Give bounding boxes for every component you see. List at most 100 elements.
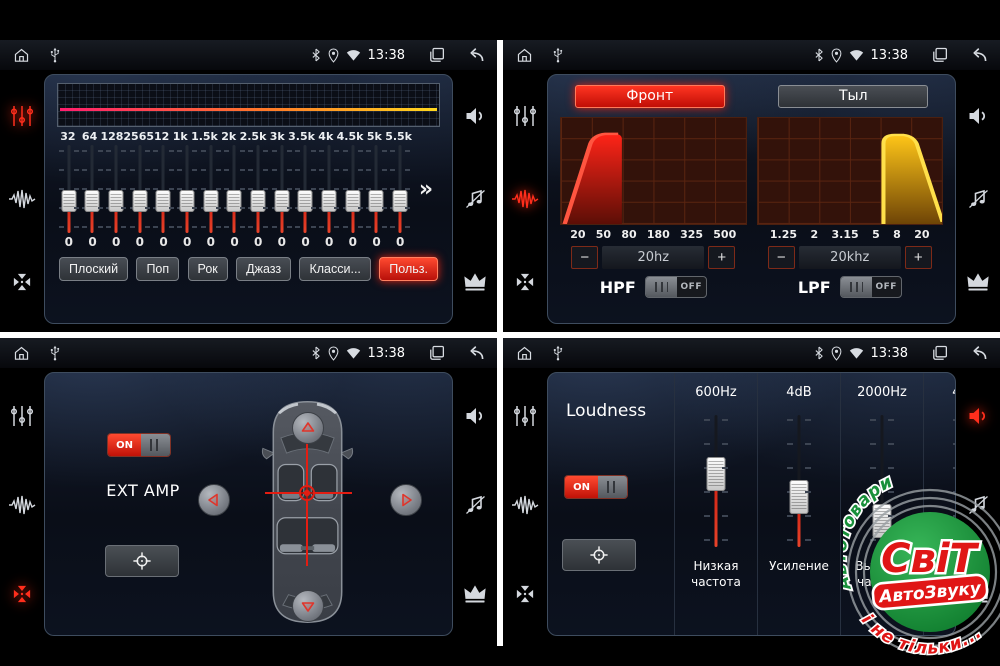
slider-thumb[interactable]	[251, 190, 266, 212]
back-icon[interactable]	[466, 345, 485, 361]
balance-fader-icon[interactable]	[6, 578, 38, 610]
balance-fader-icon[interactable]	[509, 578, 541, 610]
eq-band-slider[interactable]	[199, 143, 223, 235]
lpf-toggle[interactable]: OFF	[840, 276, 902, 298]
slider-thumb[interactable]	[345, 190, 360, 212]
low-freq-slider[interactable]	[703, 415, 729, 547]
slider-thumb[interactable]	[707, 457, 726, 491]
eq-band-slider[interactable]	[57, 143, 81, 235]
fader-rear-button[interactable]	[292, 590, 324, 622]
equalizer-icon[interactable]	[509, 100, 541, 132]
slider-thumb[interactable]	[227, 190, 242, 212]
speaker-icon[interactable]	[962, 400, 994, 432]
preset-custom-button[interactable]: Польз.	[379, 257, 438, 281]
equalizer-icon[interactable]	[6, 100, 38, 132]
eq-presets: Плоский Поп Рок Джазз Класси... Польз.	[59, 257, 438, 281]
eq-band-slider[interactable]	[152, 143, 176, 235]
scale-tick: 20	[570, 228, 585, 241]
recents-icon[interactable]	[931, 47, 948, 63]
preset-flat-button[interactable]: Плоский	[59, 257, 128, 281]
lpf-minus-button[interactable]: −	[768, 246, 795, 269]
eq-band-slider[interactable]	[388, 143, 412, 235]
hpf-toggle[interactable]: OFF	[645, 276, 707, 298]
back-icon[interactable]	[466, 47, 485, 63]
eq-band-slider[interactable]	[246, 143, 270, 235]
eq-band-slider[interactable]	[223, 143, 247, 235]
tab-rear[interactable]: Тыл	[778, 85, 928, 108]
ext-amp-toggle[interactable]: ON	[107, 433, 171, 457]
slider-thumb[interactable]	[322, 190, 337, 212]
scale-tick: 500	[713, 228, 736, 241]
waveform-icon[interactable]	[6, 489, 38, 521]
equalizer-icon[interactable]	[6, 400, 38, 432]
preset-jazz-button[interactable]: Джазз	[236, 257, 291, 281]
balance-fader-icon[interactable]	[509, 266, 541, 298]
low-gain-slider[interactable]	[786, 415, 812, 547]
slider-thumb[interactable]	[61, 190, 76, 212]
eq-band-slider[interactable]	[317, 143, 341, 235]
eq-band-slider[interactable]	[128, 143, 152, 235]
fader-front-button[interactable]	[292, 412, 324, 444]
eq-band-slider[interactable]	[81, 143, 105, 235]
back-icon[interactable]	[969, 47, 988, 63]
home-icon[interactable]	[515, 345, 534, 362]
balance-left-button[interactable]	[198, 484, 230, 516]
eq-band-slider[interactable]	[175, 143, 199, 235]
eq-band-slider[interactable]	[270, 143, 294, 235]
slider-thumb[interactable]	[393, 190, 408, 212]
home-icon[interactable]	[515, 47, 534, 64]
hpf-plus-button[interactable]: +	[708, 246, 735, 269]
crown-icon[interactable]	[459, 266, 491, 298]
eq-freq-label: 2.5k	[240, 130, 267, 143]
waveform-icon[interactable]	[509, 183, 541, 215]
recents-icon[interactable]	[428, 345, 445, 361]
hpf-graph	[560, 117, 747, 225]
slider-thumb[interactable]	[790, 480, 809, 514]
speaker-icon[interactable]	[962, 100, 994, 132]
back-icon[interactable]	[969, 345, 988, 361]
slider-thumb[interactable]	[132, 190, 147, 212]
waveform-icon[interactable]	[509, 489, 541, 521]
eq-band-slider[interactable]	[104, 143, 128, 235]
music-mute-icon[interactable]	[459, 489, 491, 521]
eq-band-slider[interactable]	[341, 143, 365, 235]
slider-thumb[interactable]	[203, 190, 218, 212]
recents-icon[interactable]	[931, 345, 948, 361]
lpf-plus-button[interactable]: +	[905, 246, 932, 269]
eq-freq-label: 32	[57, 130, 79, 143]
balance-fader-icon[interactable]	[6, 266, 38, 298]
preset-pop-button[interactable]: Поп	[136, 257, 179, 281]
recents-icon[interactable]	[428, 47, 445, 63]
eq-band-slider[interactable]	[365, 143, 389, 235]
hpf-minus-button[interactable]: −	[571, 246, 598, 269]
reset-position-button[interactable]	[562, 539, 636, 571]
music-mute-icon[interactable]	[962, 183, 994, 215]
eq-band-slider[interactable]	[294, 143, 318, 235]
crown-icon[interactable]	[962, 266, 994, 298]
chevron-double-right[interactable]: »	[412, 177, 440, 202]
loudness-toggle[interactable]: ON	[564, 475, 628, 499]
equalizer-icon[interactable]	[509, 400, 541, 432]
slider-thumb[interactable]	[369, 190, 384, 212]
speaker-icon[interactable]	[459, 400, 491, 432]
eq-freq-label: 1.5k	[191, 130, 218, 143]
crossover-panel: Фронт Тыл	[547, 74, 956, 324]
home-icon[interactable]	[12, 47, 31, 64]
waveform-icon[interactable]	[6, 183, 38, 215]
toggle-state: ON	[565, 476, 598, 498]
preset-classic-button[interactable]: Класси...	[299, 257, 370, 281]
crown-icon[interactable]	[459, 578, 491, 610]
slider-thumb[interactable]	[274, 190, 289, 212]
speaker-icon[interactable]	[459, 100, 491, 132]
slider-thumb[interactable]	[85, 190, 100, 212]
balance-right-button[interactable]	[390, 484, 422, 516]
slider-thumb[interactable]	[109, 190, 124, 212]
slider-thumb[interactable]	[156, 190, 171, 212]
slider-thumb[interactable]	[180, 190, 195, 212]
center-position-button[interactable]	[105, 545, 179, 577]
preset-rock-button[interactable]: Рок	[188, 257, 228, 281]
home-icon[interactable]	[12, 345, 31, 362]
tab-front[interactable]: Фронт	[575, 85, 725, 108]
music-mute-icon[interactable]	[459, 183, 491, 215]
slider-thumb[interactable]	[298, 190, 313, 212]
